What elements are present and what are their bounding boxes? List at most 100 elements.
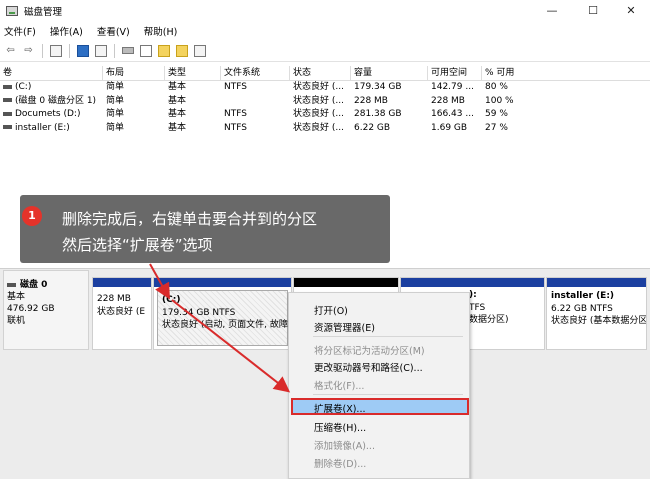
partition-status: 状态良好 (基本数据分区: [551, 316, 647, 326]
window-title: 磁盘管理: [24, 7, 63, 18]
menu-explorer[interactable]: 资源管理器(E): [314, 320, 375, 334]
partition-status: 状态良好 (启动, 页面文件, 故障: [162, 320, 288, 330]
column-percent-free[interactable]: % 可用: [482, 66, 650, 80]
back-arrow-icon[interactable]: ⇦: [4, 44, 17, 57]
volume-icon: [3, 111, 12, 116]
disk-type: 基本: [7, 292, 26, 302]
cell-type: 基本: [168, 109, 187, 119]
forward-arrow-icon[interactable]: ⇨: [22, 44, 35, 57]
cell-status: 状态良好 (...: [293, 109, 344, 119]
partition-c[interactable]: (C:) 179.34 GB NTFS 状态良好 (启动, 页面文件, 故障: [153, 277, 292, 350]
menu-mark-active: 将分区标记为活动分区(M): [314, 346, 425, 357]
disk-management-icon: [6, 6, 18, 16]
table-row[interactable]: Documets (D:) 简单 基本 NTFS 状态良好 (... 281.3…: [0, 108, 650, 122]
cell-free-space: 142.79 ...: [431, 82, 474, 92]
cell-filesystem: NTFS: [224, 109, 247, 119]
menu-format: 格式化(F)...: [314, 381, 365, 392]
volume-icon: [3, 98, 12, 102]
cell-free-space: 228 MB: [431, 95, 465, 106]
partition-size: 228 MB: [97, 294, 131, 304]
cell-volume: (磁盘 0 磁盘分区 1): [15, 95, 97, 106]
disk-status: 联机: [7, 316, 26, 326]
partition-status: 状态良好 (E: [97, 306, 146, 317]
partition-bar: [547, 278, 646, 287]
cell-status: 状态良好 (...: [293, 95, 344, 106]
cell-capacity: 179.34 GB: [354, 82, 402, 92]
check-icon[interactable]: [139, 44, 152, 57]
table-row[interactable]: (C:) 简单 基本 NTFS 状态良好 (... 179.34 GB 142.…: [0, 81, 650, 95]
menu-add-mirror: 添加镜像(A)...: [314, 441, 375, 452]
cell-layout: 简单: [106, 109, 125, 119]
volume-icon: [3, 84, 12, 89]
menu-separator: [313, 394, 463, 395]
cell-filesystem: NTFS: [224, 122, 247, 133]
close-button[interactable]: ✕: [612, 0, 650, 22]
properties-icon[interactable]: [94, 44, 107, 57]
menu-change-drive-letter[interactable]: 更改驱动器号和路径(C)...: [314, 360, 423, 374]
minimize-button[interactable]: —: [533, 0, 571, 22]
volume-list-header: 卷 布局 类型 文件系统 状态 容量 可用空间 % 可用: [0, 66, 650, 81]
cell-percent-free: 80 %: [485, 82, 508, 92]
search-icon[interactable]: [175, 44, 188, 57]
cell-capacity: 228 MB: [354, 95, 388, 106]
cell-type: 基本: [168, 82, 187, 92]
table-row[interactable]: (磁盘 0 磁盘分区 1) 简单 基本 状态良好 (... 228 MB 228…: [0, 95, 650, 109]
partition-size: 179.34 GB NTFS: [162, 307, 236, 318]
cell-filesystem: NTFS: [224, 82, 247, 92]
toolbar-separator: [114, 43, 115, 58]
partition-bar: [294, 278, 398, 287]
maximize-button[interactable]: ☐: [574, 0, 612, 22]
partition-bar: [93, 278, 151, 287]
menu-help[interactable]: 帮助(H): [144, 24, 178, 38]
cell-volume: (C:): [15, 82, 32, 92]
table-row[interactable]: installer (E:) 简单 基本 NTFS 状态良好 (... 6.22…: [0, 122, 650, 136]
partition-name: installer (E:): [551, 291, 615, 301]
cell-layout: 简单: [106, 82, 125, 92]
cell-layout: 简单: [106, 122, 125, 133]
toolbar-separator: [69, 43, 70, 58]
title-bar: 磁盘管理 — ☐ ✕: [0, 0, 650, 22]
cell-capacity: 6.22 GB: [354, 122, 391, 133]
column-volume[interactable]: 卷: [0, 66, 103, 80]
column-status[interactable]: 状态: [290, 66, 351, 80]
instruction-line-2: 然后选择“扩展卷”选项: [62, 236, 213, 254]
column-capacity[interactable]: 容量: [351, 66, 428, 80]
partition-bar: [154, 278, 291, 287]
menu-extend-volume[interactable]: 扩展卷(X)...: [314, 401, 365, 415]
cell-capacity: 281.38 GB: [354, 109, 402, 119]
connect-icon[interactable]: [121, 44, 134, 57]
console-tree-icon[interactable]: [49, 44, 62, 57]
menu-open[interactable]: 打开(O): [314, 303, 348, 317]
menu-action[interactable]: 操作(A): [50, 24, 83, 38]
partition-size: 6.22 GB NTFS: [551, 303, 613, 314]
cell-filesystem: [221, 95, 290, 109]
partition-name: (C:): [162, 295, 181, 305]
menu-shrink-volume[interactable]: 压缩卷(H)...: [314, 420, 366, 434]
cell-free-space: 166.43 ...: [431, 109, 474, 119]
column-type[interactable]: 类型: [165, 66, 221, 80]
partition-e[interactable]: installer (E:) 6.22 GB NTFS 状态良好 (基本数据分区: [546, 277, 647, 350]
cell-type: 基本: [168, 122, 187, 133]
cell-status: 状态良好 (...: [293, 82, 344, 92]
volume-icon: [3, 125, 12, 129]
partition-efi[interactable]: 228 MB 状态良好 (E: [92, 277, 152, 350]
disk-size: 476.92 GB: [7, 304, 55, 314]
column-layout[interactable]: 布局: [103, 66, 165, 80]
help-icon[interactable]: [76, 44, 89, 57]
list-icon[interactable]: [193, 44, 206, 57]
disk-icon: [7, 283, 16, 287]
toolbar-separator: [42, 43, 43, 58]
cell-percent-free: 100 %: [485, 95, 514, 106]
cell-volume: installer (E:): [15, 122, 70, 133]
menu-file[interactable]: 文件(F): [4, 24, 36, 38]
column-free-space[interactable]: 可用空间: [428, 66, 482, 80]
column-filesystem[interactable]: 文件系统: [221, 66, 290, 80]
new-icon[interactable]: [157, 44, 170, 57]
cell-status: 状态良好 (...: [293, 122, 344, 133]
menu-view[interactable]: 查看(V): [97, 24, 130, 38]
disk-0-info[interactable]: 磁盘 0 基本 476.92 GB 联机: [3, 270, 89, 350]
disk-name: 磁盘 0: [20, 280, 48, 290]
cell-free-space: 1.69 GB: [431, 122, 468, 133]
context-menu: 打开(O) 资源管理器(E) 将分区标记为活动分区(M) 更改驱动器号和路径(C…: [288, 292, 470, 479]
cell-percent-free: 59 %: [485, 109, 508, 119]
